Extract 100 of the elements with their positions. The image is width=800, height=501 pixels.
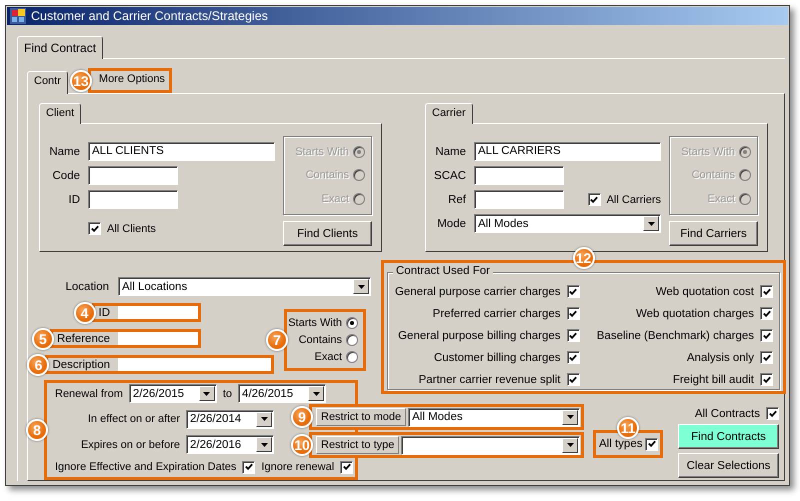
checkbox-label: Ignore Effective and Expiration Dates: [55, 461, 236, 474]
field-label: Description: [52, 358, 110, 370]
dropdown[interactable]: [401, 436, 580, 454]
checkbox-label: Freight bill audit: [672, 374, 754, 386]
radio-label: Contains: [298, 334, 342, 346]
date-picker[interactable]: 2/26/2014: [186, 410, 274, 429]
radio-button[interactable]: [346, 351, 358, 364]
checkbox-label: Web quotation cost: [656, 286, 754, 298]
field-label: Code: [52, 170, 80, 182]
checkbox[interactable]: [588, 193, 601, 206]
text-field[interactable]: [474, 166, 564, 185]
text-field[interactable]: [118, 358, 271, 371]
checkbox[interactable]: [566, 307, 580, 320]
radio-button[interactable]: [346, 334, 358, 346]
caret-icon: [566, 443, 574, 447]
text-field[interactable]: ALL CLIENTS: [88, 142, 275, 161]
checkbox-label: General purpose carrier charges: [394, 286, 560, 298]
field-label: Name: [48, 146, 80, 158]
caret-icon: [260, 417, 268, 422]
checkbox[interactable]: [645, 438, 658, 450]
field-label: Restrict to type: [316, 436, 400, 454]
window-title: Customer and Carrier Contracts/Strategies: [31, 9, 268, 23]
checkbox[interactable]: [760, 307, 773, 320]
checkbox-label: Ignore renewal: [261, 461, 334, 474]
radio-label: Contains: [306, 169, 349, 182]
callout-badge: 6: [27, 354, 50, 376]
find-contracts-button[interactable]: Find Contracts: [678, 424, 779, 449]
checkbox-label: Web quotation charges: [636, 308, 754, 320]
checkbox[interactable]: [760, 285, 773, 298]
caret-icon: [358, 284, 364, 288]
date-picker[interactable]: 4/26/2015: [238, 384, 326, 403]
field-label: In effect on or after: [86, 413, 180, 426]
checkbox[interactable]: [760, 351, 773, 364]
caret-icon: [312, 392, 320, 396]
callout-badge: 8: [26, 419, 48, 441]
checkbox-label: Customer billing charges: [434, 352, 560, 364]
group-tab[interactable]: Carrier: [425, 103, 473, 124]
group-title: Contract Used For: [393, 265, 493, 277]
radio-button[interactable]: [346, 316, 358, 329]
checkbox-label: All types: [599, 438, 642, 450]
callout-badge: 13: [70, 70, 92, 92]
checkbox[interactable]: [566, 351, 580, 364]
checkbox[interactable]: [566, 285, 580, 298]
callout-badge: 12: [572, 247, 594, 269]
tab[interactable]: Find Contract: [17, 36, 104, 59]
caret-icon: [203, 392, 210, 396]
radio-label: Exact: [707, 193, 735, 206]
field-label: ID: [68, 194, 80, 206]
field-label: Expires on or before: [80, 438, 180, 451]
checkbox-label: All Clients: [107, 222, 156, 234]
tab[interactable]: Contr: [27, 71, 68, 94]
callout-badge: 11: [617, 417, 639, 439]
callout-badge: 4: [74, 302, 96, 324]
field-label: Restrict to mode: [316, 408, 406, 426]
checkbox[interactable]: [760, 373, 773, 386]
field-label: Ref: [447, 194, 466, 206]
text-field[interactable]: [118, 306, 198, 319]
field-label: Mode: [436, 218, 466, 230]
field-label: Reference: [56, 332, 110, 344]
clear-button[interactable]: Clear Selections: [678, 453, 779, 478]
checkbox[interactable]: [566, 373, 580, 386]
field-label: Location: [64, 280, 109, 292]
checkbox[interactable]: [88, 222, 101, 235]
checkbox[interactable]: [766, 407, 779, 420]
find-button[interactable]: Find Carriers: [669, 221, 758, 246]
app-icon: [10, 8, 26, 24]
checkbox-label: All Contracts: [694, 408, 760, 420]
text-field[interactable]: [474, 190, 564, 209]
caret-icon: [648, 222, 654, 226]
radio-label: Starts With: [681, 146, 735, 158]
callout-badge: 10: [291, 434, 313, 456]
radio-label: Starts With: [295, 146, 349, 158]
field-label: Renewal from: [55, 388, 123, 400]
checkbox[interactable]: [566, 329, 580, 342]
text-field[interactable]: [88, 166, 178, 185]
location-dropdown[interactable]: All Locations: [118, 277, 371, 296]
callout-badge: 5: [32, 328, 54, 350]
text-field[interactable]: ALL CARRIERS: [474, 142, 661, 161]
checkbox-label: All Carriers: [606, 194, 661, 206]
radio-label: Exact: [314, 351, 342, 364]
field-label: ID: [98, 306, 110, 318]
dropdown[interactable]: All Modes: [474, 214, 661, 233]
dropdown[interactable]: All Modes: [408, 408, 580, 426]
field-label: Name: [434, 146, 466, 158]
find-button[interactable]: Find Clients: [283, 221, 372, 246]
date-picker[interactable]: 2/26/2016: [186, 435, 274, 454]
group-tab[interactable]: Client: [39, 103, 82, 124]
text-field[interactable]: [88, 190, 178, 209]
checkbox-label: Partner carrier revenue split: [418, 374, 560, 386]
radio-label: Exact: [321, 193, 349, 206]
text-field[interactable]: [118, 332, 198, 345]
checkbox[interactable]: [242, 460, 256, 474]
radio-label: Contains: [692, 169, 735, 182]
date-picker[interactable]: 2/26/2015: [128, 384, 217, 403]
field-label: to: [222, 388, 232, 400]
checkbox[interactable]: [340, 460, 354, 474]
checkbox[interactable]: [760, 329, 773, 342]
radio-label: Starts With: [288, 316, 342, 329]
checkbox-label: General purpose billing charges: [398, 330, 560, 342]
checkbox-label: Preferred carrier charges: [432, 308, 560, 320]
